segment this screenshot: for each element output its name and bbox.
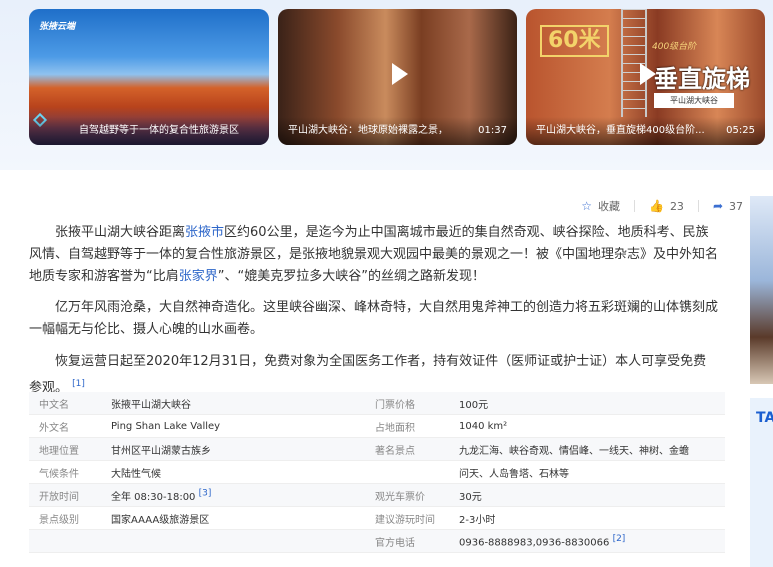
table-row: 官方电话 0936-8888983,0936-8830066 [2] [29,530,725,553]
action-toolbar: ☆ 收藏 👍 23 ➦ 37 [581,198,743,214]
link-zhangye-city[interactable]: 张掖市 [185,225,224,240]
like-button[interactable]: 👍 23 [649,199,684,213]
video-card-1[interactable]: 张掖云端 自驾越野等于一体的复合性旅游景区 [29,9,269,145]
intro-paragraph-2: 亿万年风雨沧桑，大自然神奇造化。这里峡谷幽深、峰林奇特，大自然用鬼斧神工的创造力… [29,300,719,337]
video-title: 垂直旋梯 [654,65,750,93]
divider [697,200,699,212]
channel-logo: 张掖云端 [39,22,76,32]
table-row: 气候条件 大陆性气候 问天、人岛鲁塔、石林等 [29,461,725,484]
video-duration: 05:25 [726,125,755,136]
video-card-2[interactable]: 平山湖大峡谷：地球原始裸露之景， 01:37 [278,9,517,145]
collect-button[interactable]: ☆ 收藏 [581,198,620,214]
table-row: 中文名 张掖平山湖大峡谷 门票价格 100元 [29,392,725,415]
share-button[interactable]: ➦ 37 [713,199,743,213]
location-tag: 平山湖大峡谷 [654,93,734,108]
intro-paragraph-1: 张掖平山湖大峡谷距离张掖市区约60公里，是迄今为止中国离城市最近的集自然奇观、峡… [29,225,719,284]
info-table: 中文名 张掖平山湖大峡谷 门票价格 100元 外文名 Ping Shan Lake V… [29,392,725,553]
divider [633,200,635,212]
steps-label: 400级台阶 [652,42,697,52]
height-badge: 60米 [540,25,609,57]
video-duration: 01:37 [478,125,507,136]
table-row: 外文名 Ping Shan Lake Valley 占地面积 1040 km² [29,415,725,438]
link-zhangjiajie[interactable]: 张家界 [179,269,218,284]
table-row: 地理位置 甘州区平山湖蒙古族乡 著名景点 九龙汇海、峡谷奇观、情侣峰、一线天、神树、… [29,438,725,461]
side-thumbnail[interactable] [750,196,773,384]
reference-link[interactable]: [3] [199,488,212,498]
reference-link[interactable]: [1] [72,379,85,389]
video-strip: 张掖云端 自驾越野等于一体的复合性旅游景区 平山湖大峡谷：地球原始裸露之景， 0… [0,0,773,170]
thumbs-up-icon: 👍 [648,199,664,213]
play-icon[interactable] [391,63,408,85]
play-icon[interactable] [639,63,656,85]
reference-link[interactable]: [2] [613,534,626,544]
video-caption: 自驾越野等于一体的复合性旅游景区 [29,117,269,145]
table-row: 景点级别 国家AAAA级旅游景区 建议游玩时间 2-3小时 [29,507,725,530]
video-card-3[interactable]: 60米 400级台阶 垂直旋梯 平山湖大峡谷 平山湖大峡谷，垂直旋梯400级台阶… [526,9,765,145]
share-icon: ➦ [712,199,723,213]
side-panel-label: TA [756,410,773,426]
star-icon: ☆ [581,199,592,213]
table-row: 开放时间 全年 08:30-18:00 [3] 观光车票价 30元 [29,484,725,507]
